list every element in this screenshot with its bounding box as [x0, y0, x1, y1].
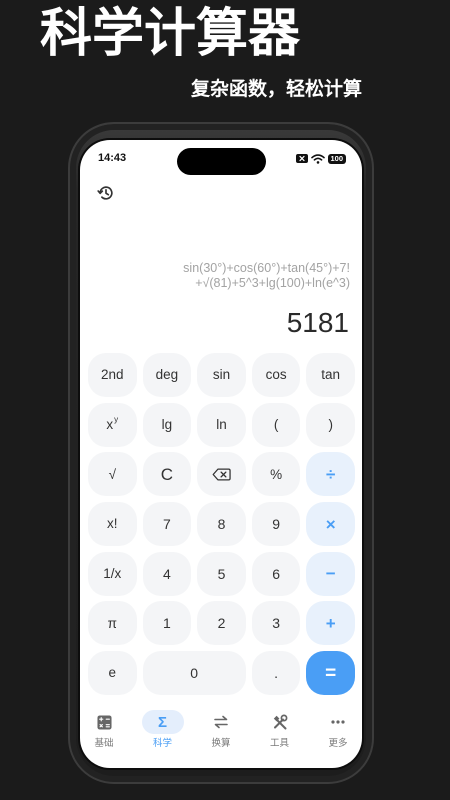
key-percent[interactable]: %: [251, 452, 301, 497]
tab-icon-wrap: Σ: [141, 710, 184, 734]
tab-more[interactable]: 更多: [314, 710, 362, 756]
history-button[interactable]: [95, 182, 117, 204]
key-open-paren[interactable]: (: [251, 402, 301, 447]
key-equals[interactable]: =: [306, 651, 355, 696]
key-4[interactable]: 4: [142, 551, 192, 596]
more-icon: [331, 720, 345, 724]
tab-icon-wrap: [83, 710, 125, 734]
key-reciprocal[interactable]: 1/x: [88, 551, 137, 596]
status-time: 14:43: [98, 152, 127, 164]
key-subtract[interactable]: −: [306, 551, 355, 596]
expression-line-1: sin(30°)+cos(60°)+tan(45°)+7!: [183, 261, 350, 275]
tab-label-more: 更多: [328, 738, 348, 749]
tab-basic[interactable]: 基础: [80, 710, 128, 756]
status-icons: 100: [296, 153, 346, 164]
key-divide[interactable]: ÷: [306, 452, 355, 497]
sim-off-icon: [296, 154, 308, 163]
key-factorial[interactable]: x!: [88, 502, 137, 547]
phone-screen: 14:43 100 sin(30°)+cos(60°)+tan(45°)+7! …: [80, 140, 362, 768]
tab-conversion[interactable]: 换算: [197, 710, 245, 756]
wifi-icon: [311, 153, 325, 164]
promo-title: 科学计算器: [40, 4, 301, 64]
tab-label-basic: 基础: [94, 738, 114, 749]
bottom-tab-bar: 基础 Σ 科学 换算 工具 更多: [80, 710, 362, 756]
history-icon: [97, 186, 113, 200]
calculator-icon: [96, 714, 112, 730]
key-8[interactable]: 8: [197, 502, 246, 547]
key-0[interactable]: 0: [142, 651, 246, 696]
result-display: 5181: [286, 307, 349, 338]
tab-label-scientific: 科学: [152, 738, 172, 749]
key-1[interactable]: 1: [142, 601, 192, 646]
key-9[interactable]: 9: [251, 502, 301, 547]
battery-icon: 100: [328, 153, 346, 164]
tab-scientific[interactable]: Σ 科学: [139, 710, 187, 756]
backspace-icon: [212, 468, 231, 481]
promo-page: 科学计算器 复杂函数，轻松计算 14:43 100 sin(30°)+cos(6…: [0, 0, 450, 800]
key-7[interactable]: 7: [142, 502, 192, 547]
key-sqrt[interactable]: √: [88, 452, 137, 497]
key-sin[interactable]: sin: [197, 353, 246, 397]
tab-tools[interactable]: 工具: [256, 710, 304, 756]
key-lg[interactable]: lg: [142, 402, 192, 447]
key-decimal[interactable]: .: [251, 651, 301, 696]
tab-icon-wrap: [317, 710, 359, 734]
key-6[interactable]: 6: [251, 551, 301, 596]
keypad: 2nd deg sin cos tan xy lg ln ( ) √ C % ÷…: [88, 353, 355, 696]
key-deg[interactable]: deg: [142, 353, 192, 397]
exchange-icon: [214, 715, 228, 729]
tools-icon: [273, 714, 287, 730]
key-tan[interactable]: tan: [306, 353, 355, 397]
tab-label-tools: 工具: [269, 738, 289, 749]
tab-label-conversion: 换算: [211, 738, 231, 749]
key-backspace[interactable]: [197, 452, 246, 497]
key-e[interactable]: e: [88, 651, 137, 696]
key-multiply[interactable]: ×: [306, 502, 355, 547]
key-ln[interactable]: ln: [197, 402, 246, 447]
key-clear[interactable]: C: [142, 452, 192, 497]
tab-icon-wrap: [200, 710, 242, 734]
key-3[interactable]: 3: [251, 601, 301, 646]
key-pi[interactable]: π: [88, 601, 137, 646]
key-power-base: x: [106, 416, 114, 432]
expression-display: sin(30°)+cos(60°)+tan(45°)+7! +√(81)+5^3…: [183, 261, 350, 291]
tab-icon-wrap: [259, 710, 301, 734]
key-cos[interactable]: cos: [251, 353, 301, 397]
key-power-exponent: y: [114, 414, 119, 424]
key-2[interactable]: 2: [197, 601, 246, 646]
key-2nd[interactable]: 2nd: [88, 353, 137, 397]
sigma-icon: Σ: [157, 713, 167, 731]
key-add[interactable]: +: [306, 601, 355, 646]
key-power[interactable]: xy: [88, 402, 137, 447]
key-5[interactable]: 5: [197, 551, 246, 596]
key-close-paren[interactable]: ): [306, 402, 355, 447]
dynamic-island: [177, 148, 266, 175]
expression-line-2: +√(81)+5^3+lg(100)+ln(e^3): [195, 276, 350, 290]
promo-subtitle: 复杂函数，轻松计算: [190, 78, 362, 100]
